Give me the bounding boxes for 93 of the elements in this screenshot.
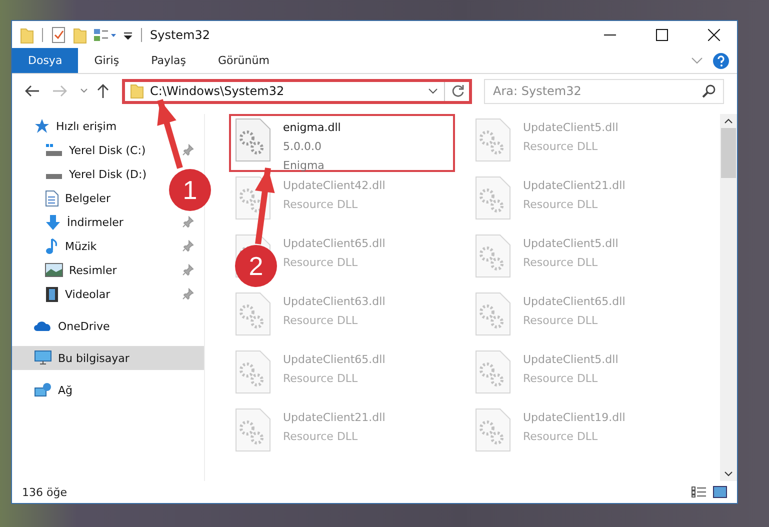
- address-bar[interactable]: C:\Windows\System32: [122, 78, 472, 104]
- maximize-icon: [656, 28, 668, 40]
- gear-file-icon: [235, 292, 271, 336]
- file-detail: Resource DLL: [283, 371, 358, 387]
- sidebar-item[interactable]: Hızlı erişim: [12, 114, 204, 138]
- pin-icon[interactable]: [182, 264, 194, 276]
- pin-icon[interactable]: [182, 240, 194, 252]
- sidebar-item[interactable]: OneDrive: [12, 314, 204, 338]
- gear-file-icon: [475, 408, 511, 452]
- sidebar-item[interactable]: Yerel Disk (C:): [45, 144, 146, 156]
- file-detail: Resource DLL: [523, 371, 598, 387]
- file-detail: Resource DLL: [523, 197, 598, 213]
- scrollbar-thumb[interactable]: [721, 128, 736, 178]
- ribbon-tab[interactable]: Paylaş: [135, 48, 202, 73]
- step-number: 2: [248, 250, 264, 282]
- scroll-up-icon[interactable]: [724, 118, 733, 124]
- help-icon[interactable]: [713, 52, 729, 68]
- sidebar-label: Bu bilgisayar: [58, 352, 130, 364]
- sidebar-label: Hızlı erişim: [56, 120, 117, 132]
- window-title: System32: [150, 28, 210, 42]
- sidebar-item[interactable]: Müzik: [45, 238, 97, 254]
- scrollbar[interactable]: [720, 114, 737, 481]
- sidebar-label: Belgeler: [65, 192, 110, 204]
- sidebar-item[interactable]: Yerel Disk (D:): [45, 168, 147, 180]
- item-count: 136 öğe: [22, 486, 67, 498]
- cloud-icon: [34, 320, 52, 332]
- file-detail: Resource DLL: [523, 255, 598, 271]
- large-icons-view-icon[interactable]: [713, 486, 727, 498]
- gear-file-icon: [475, 350, 511, 394]
- sidebar-item[interactable]: Belgeler: [45, 190, 110, 206]
- scroll-down-icon[interactable]: [724, 471, 733, 477]
- drive-icon: [45, 174, 63, 180]
- music-note-icon: [45, 238, 59, 254]
- pin-icon[interactable]: [182, 144, 194, 156]
- search-field[interactable]: Ara: System32: [484, 78, 724, 104]
- details-view-icon[interactable]: [691, 486, 707, 498]
- gear-file-icon: [475, 292, 511, 336]
- file-detail: Resource DLL: [523, 313, 598, 329]
- up-arrow-icon[interactable]: [96, 83, 110, 99]
- gear-file-icon: [475, 176, 511, 220]
- download-arrow-icon: [45, 214, 61, 230]
- sidebar-item[interactable]: Videolar: [45, 286, 110, 302]
- pin-icon[interactable]: [182, 216, 194, 228]
- file-detail: Resource DLL: [523, 429, 598, 445]
- drive-icon: [45, 144, 63, 156]
- recent-caret-icon[interactable]: [80, 88, 88, 94]
- file-detail: Resource DLL: [283, 429, 358, 445]
- sidebar-item[interactable]: Bu bilgisayar: [12, 346, 204, 370]
- picture-icon: [45, 263, 63, 277]
- address-path: C:\Windows\System32: [150, 84, 284, 98]
- sidebar-label: OneDrive: [58, 320, 110, 332]
- minimize-icon: [604, 34, 616, 36]
- gear-file-icon: [235, 408, 271, 452]
- sidebar-label: Müzik: [65, 240, 97, 252]
- ribbon-tab[interactable]: Görünüm: [202, 48, 286, 73]
- properties-icon[interactable]: [51, 26, 67, 44]
- film-icon: [45, 286, 59, 302]
- expand-ribbon-icon[interactable]: [691, 56, 703, 64]
- sidebar-label: Videolar: [65, 288, 110, 300]
- monitor-icon: [34, 350, 52, 366]
- file-detail: Resource DLL: [523, 139, 598, 155]
- file-detail: Resource DLL: [283, 255, 358, 271]
- sidebar-item[interactable]: Ağ: [12, 378, 204, 402]
- file-name: enigma.dll: [283, 120, 341, 136]
- sidebar-label: Ağ: [58, 384, 73, 396]
- search-icon[interactable]: [702, 84, 716, 98]
- file-detail: Resource DLL: [283, 313, 358, 329]
- sidebar-label: İndirmeler: [67, 216, 124, 228]
- sidebar-label: Yerel Disk (C:): [69, 144, 146, 156]
- close-icon: [708, 28, 720, 40]
- file-detail: Enigma: [283, 158, 324, 174]
- pin-icon[interactable]: [182, 288, 194, 300]
- document-icon: [45, 190, 59, 206]
- folder-icon: [130, 83, 144, 99]
- ribbon-tab[interactable]: Giriş: [78, 48, 136, 73]
- gear-file-icon: [235, 118, 271, 162]
- file-detail: Resource DLL: [283, 197, 358, 213]
- ribbon-tab[interactable]: Dosya: [12, 48, 78, 73]
- sidebar-item[interactable]: İndirmeler: [45, 214, 124, 230]
- gear-file-icon: [475, 118, 511, 162]
- network-icon: [34, 382, 52, 398]
- star-icon: [34, 118, 50, 134]
- gear-file-icon: [235, 350, 271, 394]
- file-item[interactable]: enigma.dll 5.0.0.0 Enigma: [229, 114, 455, 172]
- sidebar-label: Resimler: [69, 264, 117, 276]
- sidebar-label: Yerel Disk (D:): [69, 168, 147, 180]
- sidebar-item[interactable]: Resimler: [45, 263, 117, 277]
- step-number: 1: [182, 174, 198, 206]
- dropdown-caret-icon[interactable]: [428, 88, 438, 94]
- back-arrow-icon[interactable]: [24, 84, 40, 98]
- file-detail: 5.0.0.0: [283, 139, 322, 155]
- gear-file-icon: [475, 234, 511, 278]
- refresh-icon[interactable]: [451, 84, 465, 98]
